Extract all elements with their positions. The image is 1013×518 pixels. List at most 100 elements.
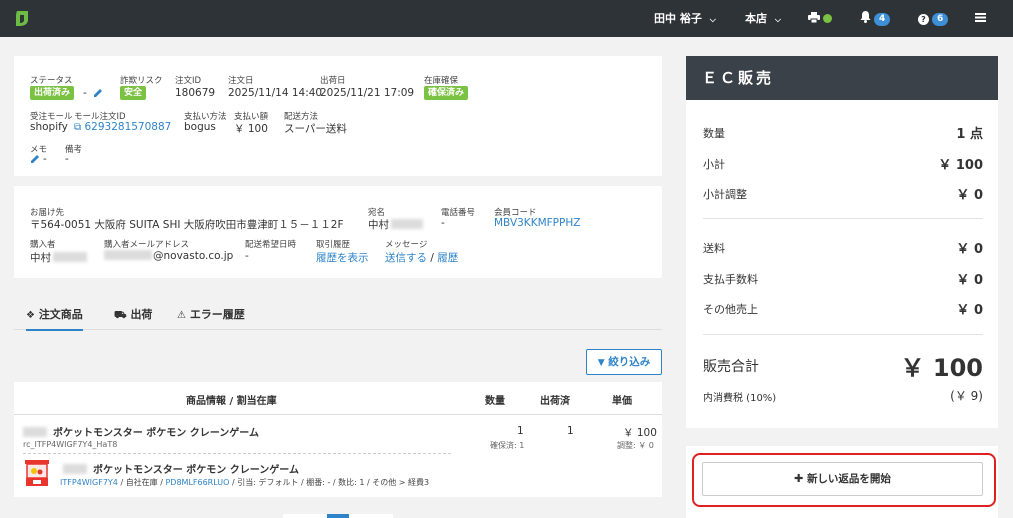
row-qty: 1 — [517, 425, 524, 437]
help-count: 6 — [932, 13, 949, 26]
store-menu[interactable]: 本店 ⌵ — [745, 0, 781, 37]
col-shipped-header: 出荷済 — [540, 396, 570, 407]
pencil-icon[interactable] — [30, 154, 40, 164]
pencil-icon[interactable] — [93, 88, 103, 98]
notifications-count: 4 — [874, 13, 891, 26]
row-price: ￥ 100 — [623, 427, 657, 439]
tab-shipping[interactable]: ⛟ 出荷 — [114, 306, 152, 323]
ec-qty-row: 数量 1 点 — [703, 125, 983, 142]
mall-order-id: 6293281570887 — [84, 121, 172, 133]
ec-total-row: 販売合計 ￥ 100 — [703, 354, 983, 382]
alloc-sep: / 自社在庫 / — [117, 478, 166, 487]
wish-label: 配送希望日時 — [245, 240, 297, 250]
ec-subtotal-value: ￥ 100 — [938, 158, 983, 173]
wish-value: - — [245, 250, 249, 262]
ec-qty-label: 数量 — [703, 127, 725, 140]
start-return-button[interactable]: ✚ 新しい返品を開始 — [702, 462, 983, 496]
ec-subtotal-row: 小計 ￥ 100 — [703, 156, 983, 173]
ec-other-label: その他売上 — [703, 303, 758, 316]
ec-sales-title: ＥＣ販売 — [686, 56, 998, 100]
email-field: @novasto.co.jp — [104, 250, 233, 262]
plus-icon: ✚ — [794, 472, 804, 485]
ec-qty-value: 1 点 — [956, 127, 983, 142]
redacted-block — [104, 250, 152, 260]
col-price-header: 単価 — [612, 396, 632, 407]
external-link-icon: ⧉ — [74, 122, 82, 133]
name-field: 中村 — [368, 217, 423, 232]
app-logo-icon[interactable] — [14, 10, 30, 27]
tab-label: 出荷 — [130, 308, 153, 321]
message-send-link[interactable]: 送信する — [385, 252, 427, 264]
pagination-current-page[interactable] — [327, 514, 349, 518]
table-header-divider — [14, 414, 662, 415]
tab-error-history[interactable]: ⚠ エラー履歴 — [177, 306, 245, 322]
message-history-link[interactable]: 履歴 — [437, 252, 458, 264]
order-id: 180679 — [175, 87, 216, 99]
stock-badge: 確保済み — [424, 86, 469, 100]
product-sku: rc_ITFP4WIGF7Y4_HaT8 — [23, 440, 118, 449]
crane-game-thumbnail[interactable] — [23, 458, 51, 488]
ec-subtotal-adj-value: ￥ 0 — [956, 188, 983, 203]
truck-icon: ⛟ — [114, 310, 127, 321]
tab-label: 注文商品 — [38, 308, 83, 321]
col-qty-header: 数量 — [485, 396, 505, 407]
warning-icon: ⚠ — [177, 310, 186, 321]
printer-status[interactable] — [808, 0, 832, 37]
ec-total-label: 販売合計 — [703, 359, 759, 375]
fraud-label: 詐欺リスク — [120, 76, 163, 86]
redacted-block — [53, 252, 87, 262]
history-link[interactable]: 履歴を表示 — [316, 250, 369, 265]
filter-button[interactable]: ▼ 絞り込み — [586, 349, 662, 375]
row-adjust: 調整: ￥ 0 — [617, 441, 654, 450]
alloc-name: ポケットモンスター ポケモン クレーンゲーム — [93, 465, 299, 476]
alloc-location-link[interactable]: PD8MLF66RLUO — [165, 478, 229, 487]
top-bar: 田中 裕子 ⌵ 本店 ⌵ 4 ? 6 — [0, 0, 1013, 37]
ec-tax-value: (￥ 9) — [950, 389, 983, 403]
message-label: メッセージ — [385, 240, 428, 250]
order-info-card: ステータス 出荷済み - 詐欺リスク 安全 注文ID 180679 注文日 20… — [14, 56, 662, 176]
ec-subtotal-label: 小計 — [703, 158, 725, 171]
delivery-value: スーパー送料 — [284, 123, 347, 135]
ec-subtotal-adj-row: 小計調整 ￥ 0 — [703, 186, 983, 203]
printer-online-dot — [823, 14, 832, 23]
chevron-down-icon: ⌵ — [774, 15, 781, 24]
redacted-block — [23, 427, 47, 437]
status-badge: 出荷済み — [30, 86, 75, 100]
amount-value: ￥ 100 — [234, 123, 268, 135]
row-shipped: 1 — [567, 425, 574, 437]
filter-label: 絞り込み — [608, 356, 651, 368]
payment-value: bogus — [184, 121, 216, 133]
buyer-value: 中村 — [30, 252, 51, 264]
member-code-link[interactable]: MBV3KKMFPPHZ — [494, 217, 580, 229]
start-return-label: 新しい返品を開始 — [806, 473, 891, 485]
ec-subtotal-adj-label: 小計調整 — [703, 188, 747, 201]
mall-order-id-link[interactable]: ⧉ 6293281570887 — [74, 121, 171, 133]
phone-label: 電話番号 — [441, 208, 476, 218]
tab-order-items[interactable]: ❖ 注文商品 — [26, 306, 83, 331]
alloc-rest: / 引当: デフォルト / 棚番: - / 数比: 1 / その他 > 経費3 — [229, 478, 430, 487]
ec-divider — [703, 334, 983, 335]
tab-label: エラー履歴 — [189, 308, 245, 321]
row-divider — [23, 453, 451, 454]
message-separator: / — [430, 252, 434, 264]
notifications-button[interactable]: 4 — [860, 0, 891, 37]
redacted-block — [63, 464, 87, 474]
note-value: - — [65, 153, 69, 165]
name-value: 中村 — [368, 219, 389, 231]
buyer-label: 購入者 — [30, 240, 56, 250]
bell-icon — [860, 11, 871, 23]
hamburger-menu-button[interactable] — [975, 0, 986, 37]
store-name: 本店 — [745, 12, 767, 25]
product-name-row[interactable]: ポケットモンスター ポケモン クレーンゲーム — [23, 424, 259, 439]
ec-shipping-value: ￥ 0 — [956, 242, 983, 257]
ec-total-value: ￥ 100 — [900, 354, 983, 382]
order-date: 2025/11/14 14:40 — [228, 87, 323, 99]
ec-shipping-row: 送料 ￥ 0 — [703, 240, 983, 257]
memo-value: - — [43, 153, 47, 165]
ec-tax-label: 内消費税 (10%) — [703, 393, 777, 404]
email-label: 購入者メールアドレス — [104, 240, 190, 250]
help-button[interactable]: ? 6 — [918, 0, 949, 37]
alloc-code-link[interactable]: ITFP4WIGF7Y4 — [60, 478, 118, 487]
user-menu[interactable]: 田中 裕子 ⌵ — [654, 0, 716, 37]
cubes-icon: ❖ — [26, 310, 35, 321]
